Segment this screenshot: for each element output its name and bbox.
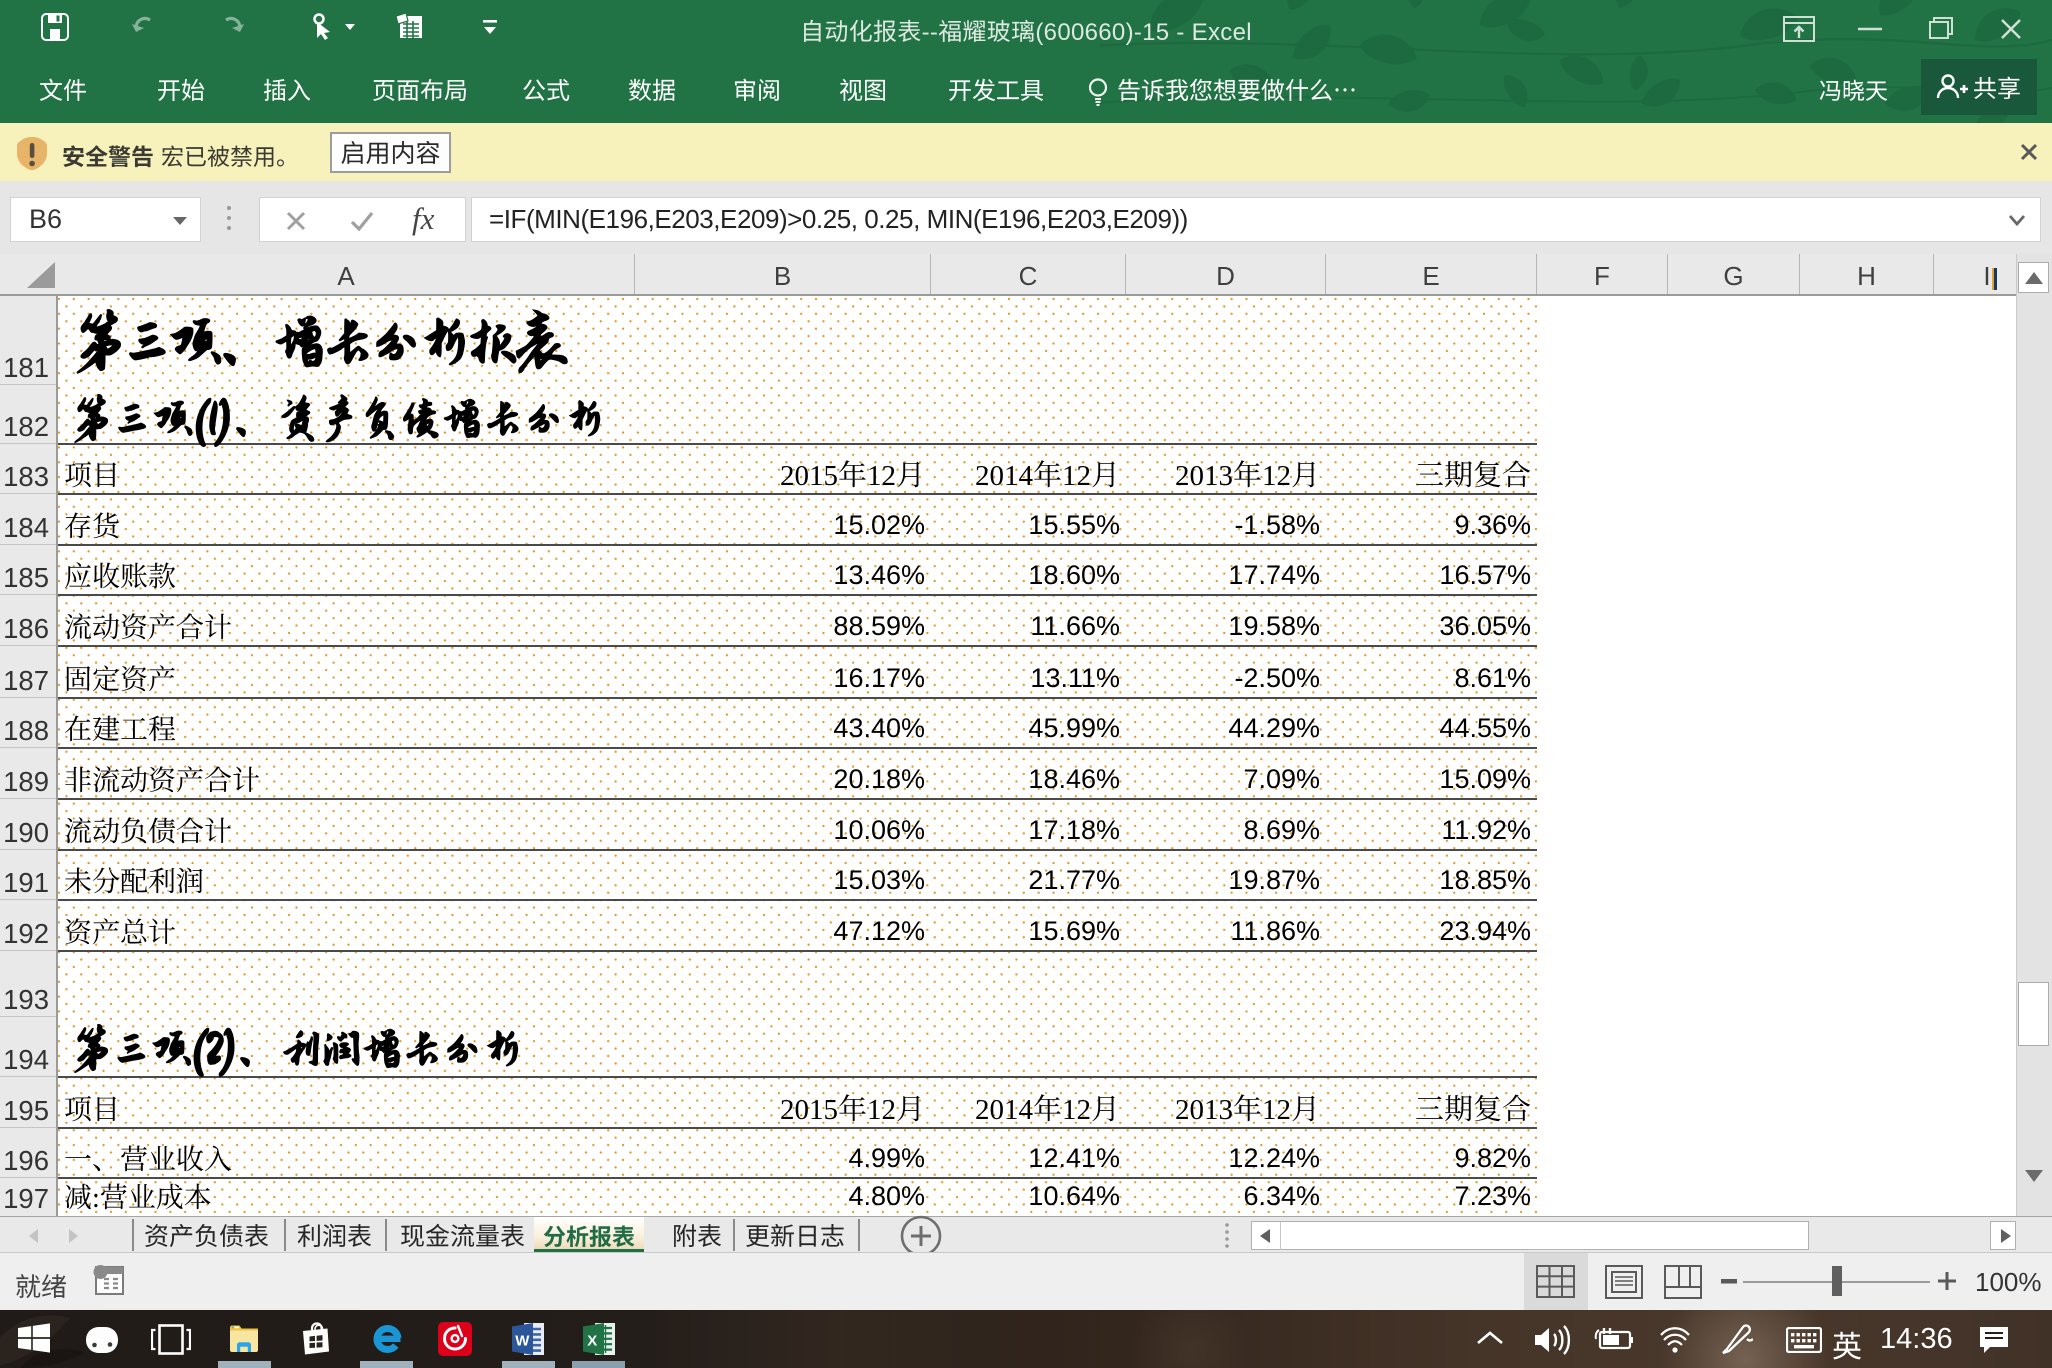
svg-text:X: X xyxy=(587,1333,597,1350)
svg-text:W: W xyxy=(515,1333,530,1350)
